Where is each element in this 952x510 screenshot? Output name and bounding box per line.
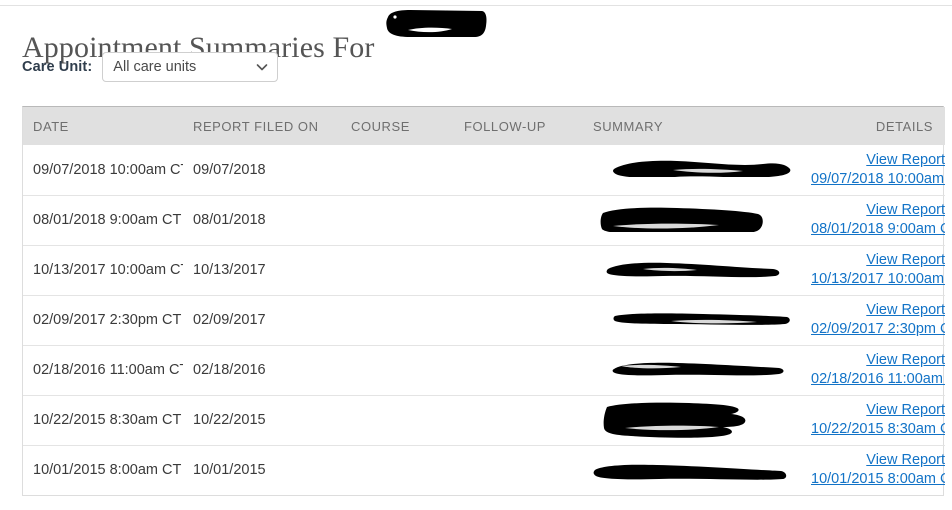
cell-course	[341, 294, 454, 345]
cell-follow-up	[454, 294, 583, 345]
cell-date: 10/01/2015 8:00am CT	[23, 444, 183, 495]
cell-course	[341, 394, 454, 445]
table-row: 08/01/2018 9:00am CT 08/01/2018 View Repor…	[23, 194, 945, 245]
view-report-link[interactable]: View Report	[811, 351, 945, 370]
cell-report-filed-on: 10/13/2017	[183, 244, 341, 295]
column-header-report-filed-on[interactable]: REPORT FILED ON	[183, 107, 341, 145]
cell-report-filed-on: 02/09/2017	[183, 294, 341, 345]
table-row: 10/01/2015 8:00am CT 10/01/2015 View Repor…	[23, 444, 945, 495]
cell-date: 10/13/2017 10:00am CT	[23, 244, 183, 295]
cell-course	[341, 194, 454, 245]
report-date-link[interactable]: 09/07/2018 10:00am CT	[811, 170, 945, 189]
appointment-summaries-table: DATE REPORT FILED ON COURSE FOLLOW-UP SU…	[23, 107, 945, 495]
column-header-summary[interactable]: SUMMARY	[583, 107, 801, 145]
table-row: 02/09/2017 2:30pm CT 02/09/2017 View Repor…	[23, 294, 945, 345]
care-unit-select[interactable]: All care units	[102, 52, 279, 82]
table-row: 10/13/2017 10:00am CT 10/13/2017 View Repo…	[23, 244, 945, 295]
cell-course	[341, 244, 454, 295]
report-date-link[interactable]: 10/22/2015 8:30am CT	[811, 420, 945, 439]
cell-follow-up	[454, 145, 583, 195]
cell-date: 10/22/2015 8:30am CT	[23, 394, 183, 445]
report-date-link[interactable]: 02/09/2017 2:30pm CT	[811, 320, 945, 339]
cell-summary	[583, 294, 801, 345]
view-report-link[interactable]: View Report	[811, 451, 945, 470]
table-row: 02/18/2016 11:00am CT 02/18/2016 View Repo…	[23, 344, 945, 395]
cell-details: View Report 08/01/2018 9:00am CT	[801, 194, 945, 245]
top-divider	[0, 5, 952, 6]
cell-details: View Report10/13/2017 10:00am CT	[801, 244, 945, 295]
report-date-link[interactable]: 10/01/2015 8:00am CT	[811, 470, 945, 489]
cell-details: View Report 10/22/2015 8:30am CT	[801, 394, 945, 445]
cell-summary	[583, 194, 801, 245]
cell-report-filed-on: 10/22/2015	[183, 394, 341, 445]
summary-redaction-mark	[612, 362, 784, 375]
care-unit-filter: Care Unit: All care units	[22, 52, 279, 82]
cell-date: 02/18/2016 11:00am CT	[23, 344, 183, 395]
cell-date: 02/09/2017 2:30pm CT	[23, 294, 183, 345]
table-row: 09/07/2018 10:00am CT 09/07/2018 View Repo…	[23, 145, 945, 195]
table-row: 10/22/2015 8:30am CT 10/22/2015 View Repor…	[23, 394, 945, 445]
cell-summary	[583, 394, 801, 445]
cell-details: View Report 10/01/2015 8:00am CT	[801, 444, 945, 495]
cell-details: View Report 02/09/2017 2:30pm CT	[801, 294, 945, 345]
summary-redaction-mark	[613, 160, 791, 177]
report-date-link[interactable]: 08/01/2018 9:00am CT	[811, 220, 945, 239]
cell-summary	[583, 145, 801, 195]
cell-course	[341, 145, 454, 195]
table-body: 09/07/2018 10:00am CT 09/07/2018 View Repo…	[23, 145, 945, 495]
table-header-row: DATE REPORT FILED ON COURSE FOLLOW-UP SU…	[23, 107, 945, 145]
cell-summary	[583, 344, 801, 395]
cell-report-filed-on: 09/07/2018	[193, 161, 266, 178]
cell-report-filed-on: 08/01/2018	[183, 194, 341, 245]
view-report-link[interactable]: View Report	[811, 401, 945, 420]
cell-report-filed-on: 02/18/2016	[183, 344, 341, 395]
cell-follow-up	[454, 344, 583, 395]
cell-follow-up	[454, 394, 583, 445]
view-report-link[interactable]: View Report	[811, 151, 945, 170]
view-report-link[interactable]: View Report	[811, 201, 945, 220]
column-header-follow-up[interactable]: FOLLOW-UP	[454, 107, 583, 145]
summary-redaction-mark	[593, 464, 787, 480]
view-report-link[interactable]: View Report	[811, 301, 945, 320]
summary-redaction-mark	[600, 207, 763, 232]
column-header-course[interactable]: COURSE	[341, 107, 454, 145]
summary-redaction-mark	[613, 312, 790, 325]
summaries-table-container: DATE REPORT FILED ON COURSE FOLLOW-UP SU…	[22, 106, 945, 496]
cell-follow-up	[454, 444, 583, 495]
cell-follow-up	[454, 244, 583, 295]
report-date-link[interactable]: 02/18/2016 11:00am CT	[811, 370, 945, 389]
care-unit-label: Care Unit:	[22, 59, 93, 75]
report-date-link[interactable]: 10/13/2017 10:00am CT	[811, 270, 945, 289]
care-unit-select-wrap: All care units	[102, 52, 279, 82]
cell-date: 08/01/2018 9:00am CT	[23, 194, 183, 245]
cell-details: View Report09/07/2018 10:00am CT	[801, 145, 945, 195]
title-redaction-mark	[386, 10, 487, 37]
cell-report-filed-on: 10/01/2015	[183, 444, 341, 495]
cell-summary	[583, 244, 801, 295]
cell-follow-up	[454, 194, 583, 245]
column-header-date[interactable]: DATE	[23, 107, 183, 145]
cell-details: View Report02/18/2016 11:00am CT	[801, 344, 945, 395]
table-header: DATE REPORT FILED ON COURSE FOLLOW-UP SU…	[23, 107, 945, 145]
summary-redaction-mark	[603, 402, 746, 438]
cell-course	[341, 344, 454, 395]
cell-course	[341, 444, 454, 495]
summary-redaction-mark	[606, 262, 780, 277]
cell-date: 09/07/2018 10:00am CT	[33, 161, 183, 178]
column-header-details[interactable]: DETAILS	[801, 107, 945, 145]
view-report-link[interactable]: View Report	[811, 251, 945, 270]
cell-summary	[583, 444, 801, 495]
